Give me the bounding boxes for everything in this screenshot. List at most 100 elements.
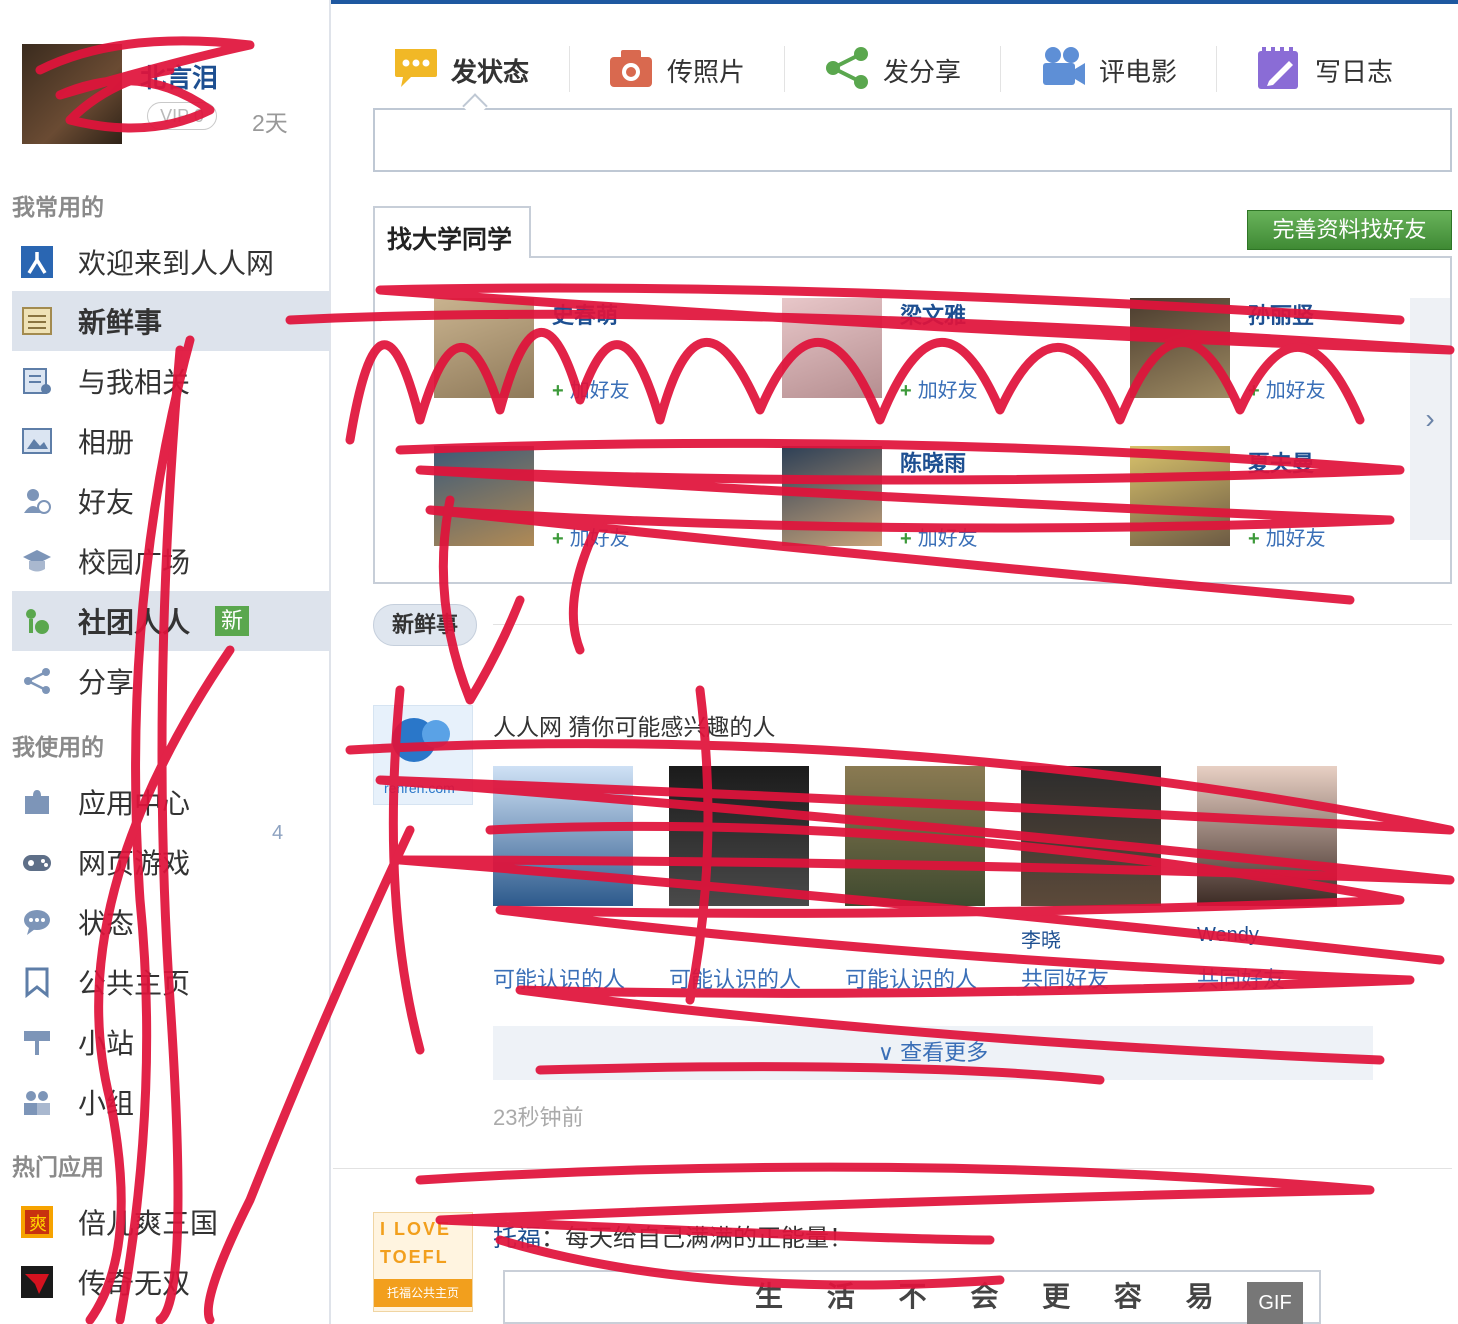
add-friend-link[interactable]: 加好友: [900, 374, 978, 403]
recommendation-photo[interactable]: [669, 766, 809, 906]
svg-text:爽: 爽: [29, 1214, 47, 1235]
add-friend-link[interactable]: 加好友: [1248, 374, 1326, 403]
classmate-name[interactable]: 史春萌: [552, 298, 618, 330]
recommendation-name[interactable]: 李晓: [1021, 924, 1061, 953]
sidebar-item-welcome[interactable]: 欢迎来到人人网: [12, 232, 330, 292]
classmate-name[interactable]: 梁文雅: [900, 298, 966, 330]
logo-text: TOEFL: [380, 1247, 449, 1267]
sidebar-item-share[interactable]: 分享: [12, 651, 330, 711]
sidebar-item-album[interactable]: 相册: [12, 411, 330, 471]
chevron-down-icon: ∨: [877, 1040, 901, 1065]
notebook-icon: [1255, 45, 1303, 96]
next-page-button[interactable]: ›: [1410, 298, 1450, 540]
add-friend-link[interactable]: 加好友: [1248, 522, 1326, 551]
tab-newsfeed[interactable]: 新鲜事: [373, 604, 477, 646]
vip-badge[interactable]: VIP 0: [147, 102, 217, 130]
feed-item-title: 托福：每天给自己满满的正能量！: [493, 1225, 853, 1252]
sidebar-item-label: 欢迎来到人人网: [78, 248, 275, 279]
recommendation-card[interactable]: 可能认识的人: [493, 766, 633, 992]
tab-find-classmates[interactable]: 找大学同学: [373, 206, 531, 258]
complete-profile-button[interactable]: 完善资料找好友: [1247, 210, 1452, 250]
show-more-button[interactable]: ∨ 查看更多: [493, 1026, 1373, 1080]
gif-badge: GIF: [1247, 1282, 1303, 1324]
add-friend-link[interactable]: 加好友: [552, 522, 630, 551]
tab-label: 写日志: [1315, 56, 1394, 87]
campus-icon: [20, 544, 54, 578]
sidebar-item-status[interactable]: 状态: [12, 892, 330, 952]
newsfeed-icon: [20, 304, 54, 338]
tab-divider: [1216, 46, 1217, 92]
sidebar-item-label: 状态: [78, 908, 135, 939]
sidebar-item-group[interactable]: 小组: [12, 1072, 330, 1132]
classmate-name[interactable]: 夏夫曼: [1248, 446, 1314, 478]
game-shuang-icon: 爽: [20, 1205, 54, 1239]
classmate-photo[interactable]: [782, 298, 882, 398]
feed-author-link[interactable]: 托福: [493, 1225, 541, 1252]
sidebar-item-small-site[interactable]: 小站: [12, 1012, 330, 1072]
sidebar-item-label: 校园广场: [78, 547, 191, 578]
tab-upload-photo[interactable]: 传照片: [607, 40, 745, 100]
classmate-photo[interactable]: [434, 446, 534, 546]
mentions-icon: [20, 364, 54, 398]
tab-review-movie[interactable]: 评电影: [1039, 40, 1177, 100]
feed-item-text: 每天给自己满满的正能量！: [565, 1225, 853, 1252]
new-badge: 新: [215, 606, 249, 636]
bookmark-icon: [20, 965, 54, 999]
recommendation-card[interactable]: Wendy 共同好友: [1197, 766, 1337, 992]
sidebar: 北言泪 VIP 0 2天 我常用的 欢迎来到人人网 新鲜事 与我相关 相册 好友: [0, 0, 331, 1324]
sidebar-item-mentions[interactable]: 与我相关: [12, 351, 330, 411]
game-legend-icon: [20, 1265, 54, 1299]
sidebar-item-label: 倍儿爽三国: [78, 1208, 219, 1239]
tab-post-status[interactable]: 发状态: [391, 40, 529, 100]
recommendation-card[interactable]: 可能认识的人: [845, 766, 985, 992]
sidebar-item-label: 应用中心: [78, 788, 191, 819]
sidebar-item-label: 小站: [78, 1028, 135, 1059]
sidebar-item-label: 社团人人: [78, 607, 191, 638]
sidebar-item-label: 网页游戏: [78, 848, 191, 879]
camera-icon: [607, 45, 655, 96]
classmate-photo[interactable]: [782, 446, 882, 546]
feed-image[interactable]: 生 活 不 会 更 容 易: [503, 1270, 1321, 1324]
tab-share[interactable]: 发分享: [823, 40, 961, 100]
sidebar-item-club[interactable]: 社团人人 新: [12, 591, 330, 651]
recommendation-card[interactable]: 李晓 共同好友: [1021, 766, 1161, 992]
status-input[interactable]: [373, 108, 1452, 172]
sidebar-item-public-page[interactable]: 公共主页: [12, 952, 330, 1012]
recommendation-photo[interactable]: [1197, 766, 1337, 906]
logo-caption: 托福公共主页: [374, 1279, 472, 1307]
recommendation-photo[interactable]: [845, 766, 985, 906]
renren-logo[interactable]: renren.com: [373, 705, 473, 805]
toefl-logo[interactable]: I LOVE TOEFL 托福公共主页: [373, 1212, 473, 1312]
movie-camera-icon: [1039, 45, 1087, 96]
sidebar-item-newsfeed[interactable]: 新鲜事: [12, 291, 330, 351]
gamepad-icon: [20, 845, 54, 879]
classmate-photo[interactable]: [1130, 298, 1230, 398]
sidebar-item-campus[interactable]: 校园广场: [12, 531, 330, 591]
speech-bubble-icon: [391, 45, 439, 96]
add-friend-link[interactable]: 加好友: [552, 374, 630, 403]
sidebar-item-web-games[interactable]: 网页游戏: [12, 832, 330, 892]
add-friend-link[interactable]: 加好友: [900, 522, 978, 551]
recommendation-name[interactable]: Wendy: [1197, 924, 1259, 947]
avatar[interactable]: [22, 44, 122, 144]
recommendation-card[interactable]: 可能认识的人: [669, 766, 809, 992]
classmate-name[interactable]: 孙丽竖: [1248, 298, 1314, 330]
sidebar-item-label: 小组: [78, 1088, 135, 1119]
sidebar-item-label: 分享: [78, 667, 135, 698]
tab-label: 传照片: [667, 56, 746, 87]
classmate-photo[interactable]: [1130, 446, 1230, 546]
sidebar-item-friends[interactable]: 好友: [12, 471, 330, 531]
classmate-photo[interactable]: [434, 298, 534, 398]
classmate-name[interactable]: 陈晓雨: [900, 446, 966, 478]
sidebar-item-hot-game-2[interactable]: 传奇无双: [12, 1252, 330, 1312]
friends-icon: [20, 484, 54, 518]
recommendation-photo[interactable]: [1021, 766, 1161, 906]
share-icon: [20, 664, 54, 698]
recommendation-reason: 可能认识的人: [669, 967, 802, 992]
profile-name[interactable]: 北言泪: [140, 58, 218, 95]
tab-label: 评电影: [1099, 56, 1178, 87]
sidebar-item-hot-game-1[interactable]: 爽 倍儿爽三国: [12, 1192, 330, 1252]
recommendation-photo[interactable]: [493, 766, 633, 906]
tab-write-blog[interactable]: 写日志: [1255, 40, 1393, 100]
recommendation-reason: 可能认识的人: [493, 967, 626, 992]
